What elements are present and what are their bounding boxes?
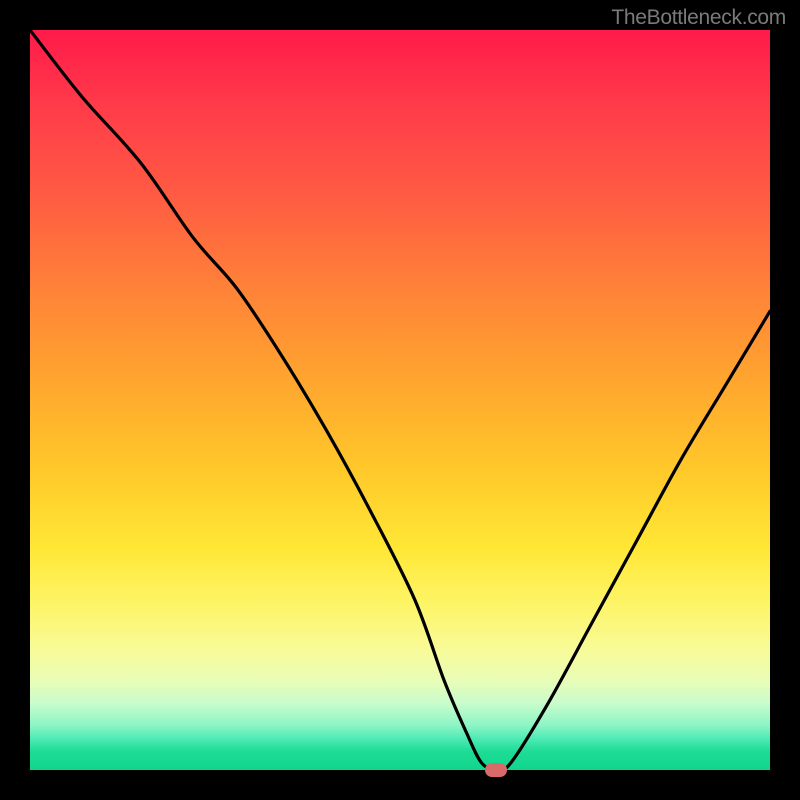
plot-area (30, 30, 770, 770)
bottleneck-curve (30, 30, 770, 770)
watermark-text: TheBottleneck.com (611, 6, 786, 30)
chart-container: TheBottleneck.com (0, 0, 800, 800)
min-marker (485, 763, 507, 777)
curve-svg (30, 30, 770, 770)
